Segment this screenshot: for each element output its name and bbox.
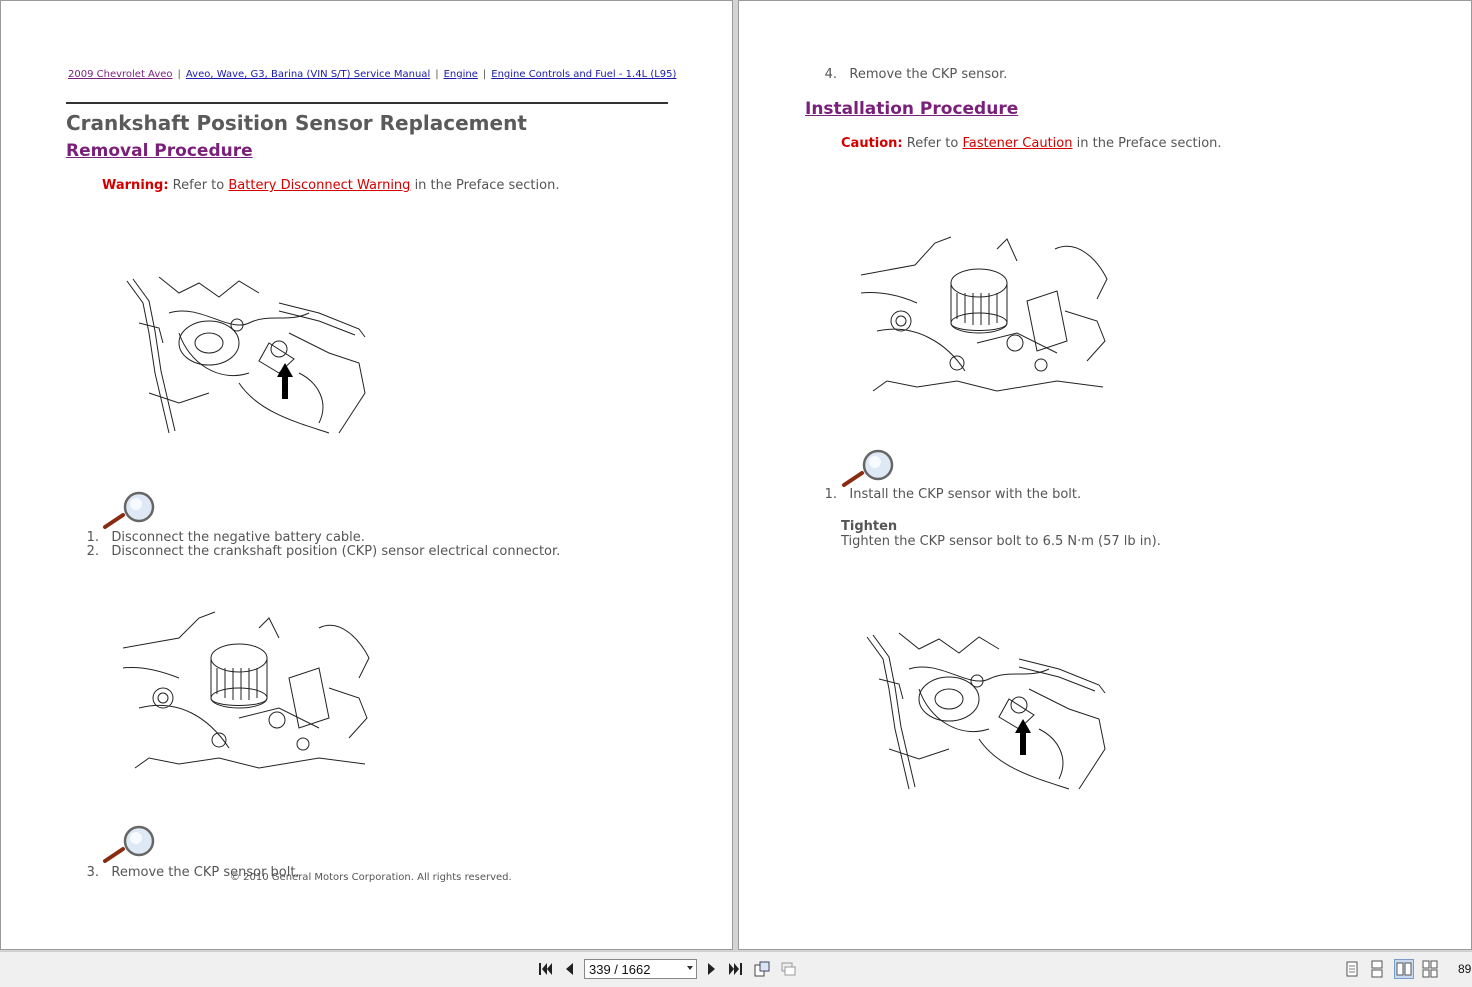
first-page-icon[interactable] <box>536 960 554 978</box>
tighten-heading: Tighten <box>841 519 898 534</box>
figure-ckp-bolt <box>122 611 370 769</box>
prev-page-icon[interactable] <box>561 960 579 978</box>
breadcrumb-separator: | <box>435 69 439 80</box>
figure-ckp-install <box>860 236 1108 392</box>
magnifier-icon[interactable] <box>840 447 896 489</box>
magnifier-icon[interactable] <box>101 489 157 531</box>
page-number-value: 339 / 1662 <box>589 962 651 977</box>
step-number: 1. <box>86 530 99 545</box>
breadcrumb-separator: | <box>482 69 487 80</box>
two-page-continuous-icon[interactable] <box>1421 960 1439 978</box>
battery-disconnect-warning-link[interactable]: Battery Disconnect Warning <box>228 178 410 193</box>
list-item: 4. Remove the CKP sensor. <box>815 67 1008 82</box>
step-number: 1. <box>824 487 837 502</box>
breadcrumb-link-manual[interactable]: Aveo, Wave, G3, Barina (VIN S/T) Service… <box>186 69 430 80</box>
caution-note: Caution: Refer to Fastener Caution in th… <box>841 136 1222 151</box>
zoom-level[interactable]: 89 <box>1458 962 1471 976</box>
caution-post: in the Preface section. <box>1076 136 1222 151</box>
chevron-down-icon[interactable] <box>687 966 693 970</box>
warning-note: Warning: Refer to Battery Disconnect War… <box>102 178 559 193</box>
last-page-icon[interactable] <box>727 960 745 978</box>
tighten-spec: Tighten the CKP sensor bolt to 6.5 N·m (… <box>841 534 1161 549</box>
step-number: 3. <box>86 865 99 880</box>
left-page: 2009 Chevrolet Aveo | Aveo, Wave, G3, Bari… <box>0 0 733 950</box>
page-title: Crankshaft Position Sensor Replacement <box>66 111 527 135</box>
warning-post: in the Preface section. <box>414 178 560 193</box>
step-text: Install the CKP sensor with the bolt. <box>849 487 1082 502</box>
title-rule <box>66 102 668 104</box>
fit-view-icon[interactable] <box>779 960 797 978</box>
next-page-icon[interactable] <box>702 960 720 978</box>
step-text: Remove the CKP sensor. <box>849 67 1008 82</box>
figure-ckp-connector-install <box>866 632 1106 790</box>
caution-pre: Refer to <box>906 136 959 151</box>
breadcrumb-link-engine[interactable]: Engine <box>444 69 478 80</box>
step-number: 4. <box>824 67 837 82</box>
warning-label: Warning: <box>102 178 169 193</box>
breadcrumb-link-model[interactable]: 2009 Chevrolet Aveo <box>68 69 173 80</box>
step-text: Disconnect the negative battery cable. <box>111 530 365 545</box>
list-item: 1. Disconnect the negative battery cable… <box>77 530 560 545</box>
list-item: 1. Install the CKP sensor with the bolt. <box>815 487 1082 502</box>
installation-procedure-heading[interactable]: Installation Procedure <box>805 99 1018 119</box>
removal-procedure-heading[interactable]: Removal Procedure <box>66 141 253 161</box>
figure-ckp-connector <box>126 276 366 434</box>
fastener-caution-link[interactable]: Fastener Caution <box>962 136 1072 151</box>
two-page-icon[interactable] <box>1394 959 1414 979</box>
removal-steps-list-a: 1. Disconnect the negative battery cable… <box>77 530 561 559</box>
breadcrumb-link-engine-controls[interactable]: Engine Controls and Fuel - 1.4L (L95) <box>491 69 676 80</box>
breadcrumb-separator: | <box>177 69 181 80</box>
step-number: 2. <box>86 544 99 559</box>
breadcrumb: 2009 Chevrolet Aveo | Aveo, Wave, G3, Bari… <box>68 69 676 80</box>
right-page: 4. Remove the CKP sensor. Installation P… <box>738 0 1472 950</box>
viewer-toolbar: 339 / 1662 89 <box>0 951 1472 987</box>
page-number-field[interactable]: 339 / 1662 <box>584 959 697 979</box>
continuous-icon[interactable] <box>1368 960 1386 978</box>
magnifier-icon[interactable] <box>101 823 157 865</box>
step-text: Disconnect the crankshaft position (CKP)… <box>111 544 561 559</box>
rotate-view-icon[interactable] <box>753 960 771 978</box>
copyright-notice: © 2010 General Motors Corporation. All r… <box>230 872 512 883</box>
warning-pre: Refer to <box>172 178 225 193</box>
list-item: 2. Disconnect the crankshaft position (C… <box>77 544 561 559</box>
single-page-icon[interactable] <box>1343 960 1361 978</box>
caution-label: Caution: <box>841 136 903 151</box>
